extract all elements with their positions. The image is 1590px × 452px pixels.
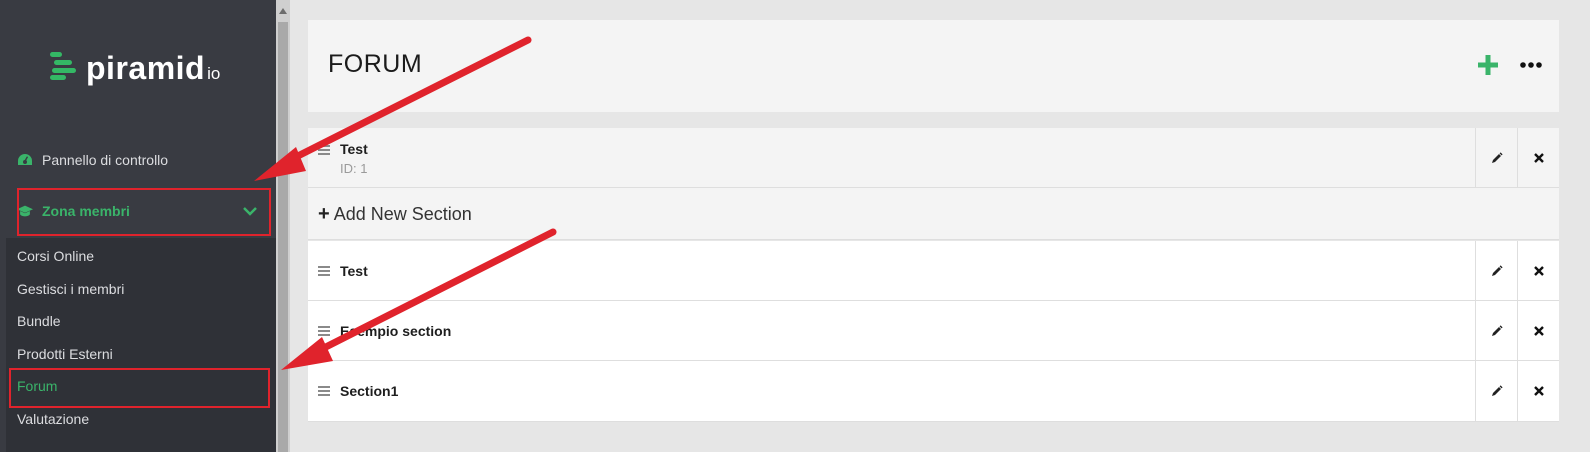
page-title: FORUM <box>328 50 423 78</box>
pencil-icon <box>1491 151 1503 163</box>
section-row[interactable]: Section1 <box>308 361 1559 422</box>
close-icon <box>1533 152 1544 163</box>
drag-handle-icon[interactable] <box>318 266 330 276</box>
edit-button[interactable] <box>1475 301 1517 360</box>
scrollbar-thumb[interactable] <box>278 22 288 452</box>
close-icon <box>1533 265 1544 276</box>
sidebar: piramid io Pannello di controllo Zona me… <box>0 0 276 452</box>
annotation-highlight-forum <box>9 368 270 408</box>
annotation-highlight-zona-membri <box>17 188 271 236</box>
submenu-item-bundle[interactable]: Bundle <box>17 313 61 329</box>
page-header: FORUM <box>308 20 1559 112</box>
plus-icon: + <box>318 203 330 225</box>
more-options-icon[interactable] <box>1520 61 1542 69</box>
drag-handle-icon[interactable] <box>318 145 330 155</box>
section-row[interactable]: Test <box>308 241 1559 301</box>
scroll-up-icon[interactable] <box>279 8 287 14</box>
edit-button[interactable] <box>1475 361 1517 421</box>
delete-button[interactable] <box>1517 128 1559 187</box>
logo-icon <box>50 52 80 80</box>
category-name: Test <box>340 141 368 157</box>
forum-category-row[interactable]: Test ID: 1 <box>308 128 1559 188</box>
drag-handle-icon[interactable] <box>318 326 330 336</box>
edit-button[interactable] <box>1475 128 1517 187</box>
delete-button[interactable] <box>1517 241 1559 300</box>
delete-button[interactable] <box>1517 301 1559 360</box>
pencil-icon <box>1491 264 1503 276</box>
drag-handle-icon[interactable] <box>318 386 330 396</box>
add-new-section-label: Add New Section <box>333 204 472 224</box>
edit-button[interactable] <box>1475 241 1517 300</box>
nav-item-label: Pannello di controllo <box>42 152 169 168</box>
section-name: Section1 <box>340 383 399 399</box>
dashboard-icon <box>17 152 33 168</box>
add-section-row: + Add New Section <box>308 188 1559 240</box>
logo-text: piramid <box>86 50 206 86</box>
submenu-item-gestisci-membri[interactable]: Gestisci i membri <box>17 281 124 297</box>
close-icon <box>1533 386 1544 396</box>
delete-button[interactable] <box>1517 361 1559 421</box>
logo-tld: io <box>207 64 221 83</box>
pencil-icon <box>1491 324 1503 336</box>
close-icon <box>1533 325 1544 336</box>
submenu-item-valutazione[interactable]: Valutazione <box>17 411 89 427</box>
section-name: Test <box>340 263 368 279</box>
submenu-item-corsi-online[interactable]: Corsi Online <box>17 248 94 264</box>
section-row[interactable]: Esempio section <box>308 301 1559 361</box>
submenu-item-prodotti-esterni[interactable]: Prodotti Esterni <box>17 346 113 362</box>
nav-item-dashboard[interactable]: Pannello di controllo <box>17 152 168 168</box>
logo[interactable]: piramid io <box>50 44 220 84</box>
section-name: Esempio section <box>340 323 452 339</box>
pencil-icon <box>1491 385 1503 396</box>
category-id: ID: 1 <box>340 161 368 176</box>
add-icon[interactable] <box>1478 55 1498 75</box>
add-new-section-button[interactable]: + Add New Section <box>318 203 472 226</box>
